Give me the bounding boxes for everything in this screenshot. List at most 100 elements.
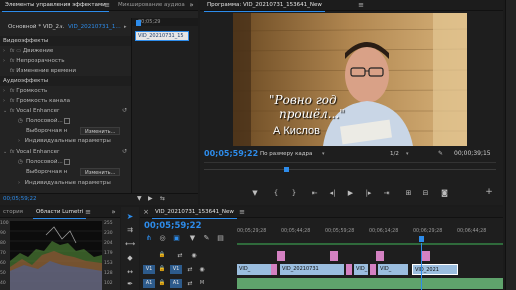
edit-button-2[interactable]: Изменить...	[80, 168, 121, 176]
sequence-clip-label[interactable]: VID_20210731_1...	[68, 22, 121, 32]
go-to-out-icon[interactable]: ⇥	[382, 189, 391, 198]
wrench-icon[interactable]: ✎	[438, 150, 443, 157]
chevron-right-icon[interactable]: ›	[3, 86, 8, 96]
chevron-right-icon[interactable]: ›	[3, 46, 8, 56]
lock-icon[interactable]: 🔒	[158, 265, 166, 274]
a1-track-target[interactable]: A1	[170, 279, 182, 288]
effect-row-time-remap[interactable]: fx Изменение времени	[0, 66, 131, 76]
effect-row-opacity[interactable]: › fx Непрозрачность	[0, 56, 131, 66]
chevron-down-icon[interactable]: ⌄	[3, 147, 8, 157]
effect-row-motion[interactable]: › fx ▭ Движение	[0, 46, 131, 56]
filter-icon[interactable]: ▼	[137, 195, 142, 202]
effect-row-vocal-enhancer-1[interactable]: ⌄ fx Vocal Enhancer ↺	[0, 106, 131, 116]
more-panels-icon[interactable]: »	[109, 208, 118, 217]
play-icon[interactable]: ▸	[124, 22, 127, 32]
add-marker-icon[interactable]: ▼	[188, 234, 197, 243]
title-clip[interactable]	[370, 264, 376, 275]
chevron-right-icon[interactable]: ›	[18, 136, 23, 146]
ripple-edit-tool-icon[interactable]: ⟷	[125, 240, 135, 249]
lock-icon[interactable]: 🔒	[158, 251, 166, 260]
menu-icon[interactable]: ≡	[238, 208, 246, 217]
mark-in-icon[interactable]: {	[272, 189, 280, 198]
fx-icon[interactable]: fx	[10, 149, 15, 155]
video-clip[interactable]: VID_	[237, 264, 271, 275]
close-icon[interactable]: ×	[142, 208, 150, 217]
video-clip[interactable]: VID_20210731	[280, 264, 344, 275]
loop-icon[interactable]: ⇆	[160, 195, 165, 202]
timeline-timecode[interactable]: 00;05;59;22	[144, 221, 202, 231]
video-frame[interactable]: "Ровно год прошёл..." А Кислов	[233, 13, 467, 146]
tab-lumetri-scopes[interactable]: Области Lumetri	[33, 207, 87, 219]
tab-sequence[interactable]: VID_20210731_153641_New	[152, 207, 237, 219]
menu-icon[interactable]: ≡	[84, 208, 92, 217]
timeline-ruler[interactable]: 00;05;29;28 00;05;44;28 00;05;59;28 00;0…	[237, 227, 503, 247]
v1-source-patch[interactable]: V1	[143, 265, 155, 274]
checkbox[interactable]	[64, 159, 70, 165]
mini-clip-bar[interactable]: VID_20210731_15	[135, 31, 189, 41]
a1-source-patch[interactable]: A1	[143, 279, 155, 288]
add-marker-icon[interactable]: ▼	[251, 189, 259, 198]
params-row-2[interactable]: › Индивидуальные параметры	[0, 178, 131, 188]
more-panels-icon[interactable]: »	[187, 1, 196, 10]
step-forward-icon[interactable]: |▸	[364, 189, 373, 198]
play-only-audio-icon[interactable]: ▶	[148, 195, 153, 202]
razor-tool-icon[interactable]: ◆	[125, 254, 135, 263]
go-to-in-icon[interactable]: ⇤	[310, 189, 319, 198]
video-clip[interactable]: VID_	[354, 264, 368, 275]
playhead-marker[interactable]	[136, 20, 141, 26]
mark-out-icon[interactable]: }	[290, 189, 298, 198]
nest-icon[interactable]: ▣	[172, 234, 181, 243]
program-timecode[interactable]: 00;05;59;22	[204, 149, 258, 158]
chevron-down-icon[interactable]: ▾	[322, 151, 325, 157]
lift-icon[interactable]: ⊞	[404, 189, 413, 198]
reset-icon[interactable]: ↺	[122, 147, 127, 157]
checkbox[interactable]	[64, 118, 70, 124]
eye-icon[interactable]: ◉	[190, 251, 198, 260]
play-icon[interactable]: ▶	[346, 189, 355, 198]
program-scrub-bar[interactable]	[204, 162, 496, 178]
effect-row-channel-volume[interactable]: › fx Громкость канала	[0, 96, 131, 106]
chevron-down-icon[interactable]: ⌄	[3, 106, 8, 116]
video-clip[interactable]: VID_2021	[412, 264, 458, 275]
stopwatch-icon[interactable]: ◷	[18, 116, 23, 126]
resolution-dropdown[interactable]: 1/2	[390, 151, 399, 157]
v1-track-target[interactable]: V1	[170, 265, 182, 274]
audio-clip[interactable]	[237, 278, 503, 289]
title-clip[interactable]	[330, 251, 338, 261]
fit-dropdown[interactable]: По размеру кадра	[260, 151, 312, 157]
chevron-down-icon[interactable]: ▾	[60, 22, 63, 32]
chevron-right-icon[interactable]: ›	[3, 96, 8, 106]
tab-effect-controls[interactable]: Элементы управления эффектами	[2, 0, 109, 12]
sync-lock-icon[interactable]: ⇄	[176, 251, 184, 260]
linked-selection-icon[interactable]: ◎	[158, 234, 167, 243]
tab-program[interactable]: Программа: VID_20210731_153641_New	[204, 0, 325, 12]
extract-icon[interactable]: ⊟	[421, 189, 430, 198]
title-clip[interactable]	[376, 251, 384, 261]
title-clip[interactable]	[422, 251, 430, 261]
chevron-right-icon[interactable]: ›	[3, 56, 8, 66]
wrench-icon[interactable]: ✎	[202, 234, 211, 243]
edit-button-1[interactable]: Изменить...	[80, 127, 121, 135]
title-clip[interactable]	[346, 264, 352, 275]
step-back-icon[interactable]: ◂|	[328, 189, 337, 198]
sync-lock-icon[interactable]: ⇄	[186, 265, 194, 274]
title-clip[interactable]	[271, 264, 277, 275]
lock-icon[interactable]: 🔒	[158, 279, 166, 288]
captions-icon[interactable]: ▤	[216, 234, 225, 243]
track-select-tool-icon[interactable]: ⇉	[125, 226, 135, 235]
chevron-right-icon[interactable]: ›	[18, 178, 23, 188]
slip-tool-icon[interactable]: ↔	[125, 268, 135, 277]
pen-tool-icon[interactable]: ✒	[125, 280, 135, 289]
fx-icon[interactable]: fx	[10, 48, 15, 54]
sync-lock-icon[interactable]: ⇄	[186, 279, 194, 288]
video-clip[interactable]: VID_	[378, 264, 408, 275]
mute-icon[interactable]: M	[198, 279, 206, 288]
effects-timecode[interactable]: 00;05;59;22	[3, 196, 37, 202]
snap-icon[interactable]: ⋔	[144, 234, 153, 243]
menu-icon[interactable]: ≡	[357, 1, 365, 10]
title-clip[interactable]	[277, 251, 285, 261]
eye-icon[interactable]: ◉	[198, 265, 206, 274]
add-button-icon[interactable]: +	[484, 188, 494, 197]
chevron-down-icon[interactable]: ▾	[406, 151, 409, 157]
fx-icon[interactable]: fx	[10, 88, 15, 94]
